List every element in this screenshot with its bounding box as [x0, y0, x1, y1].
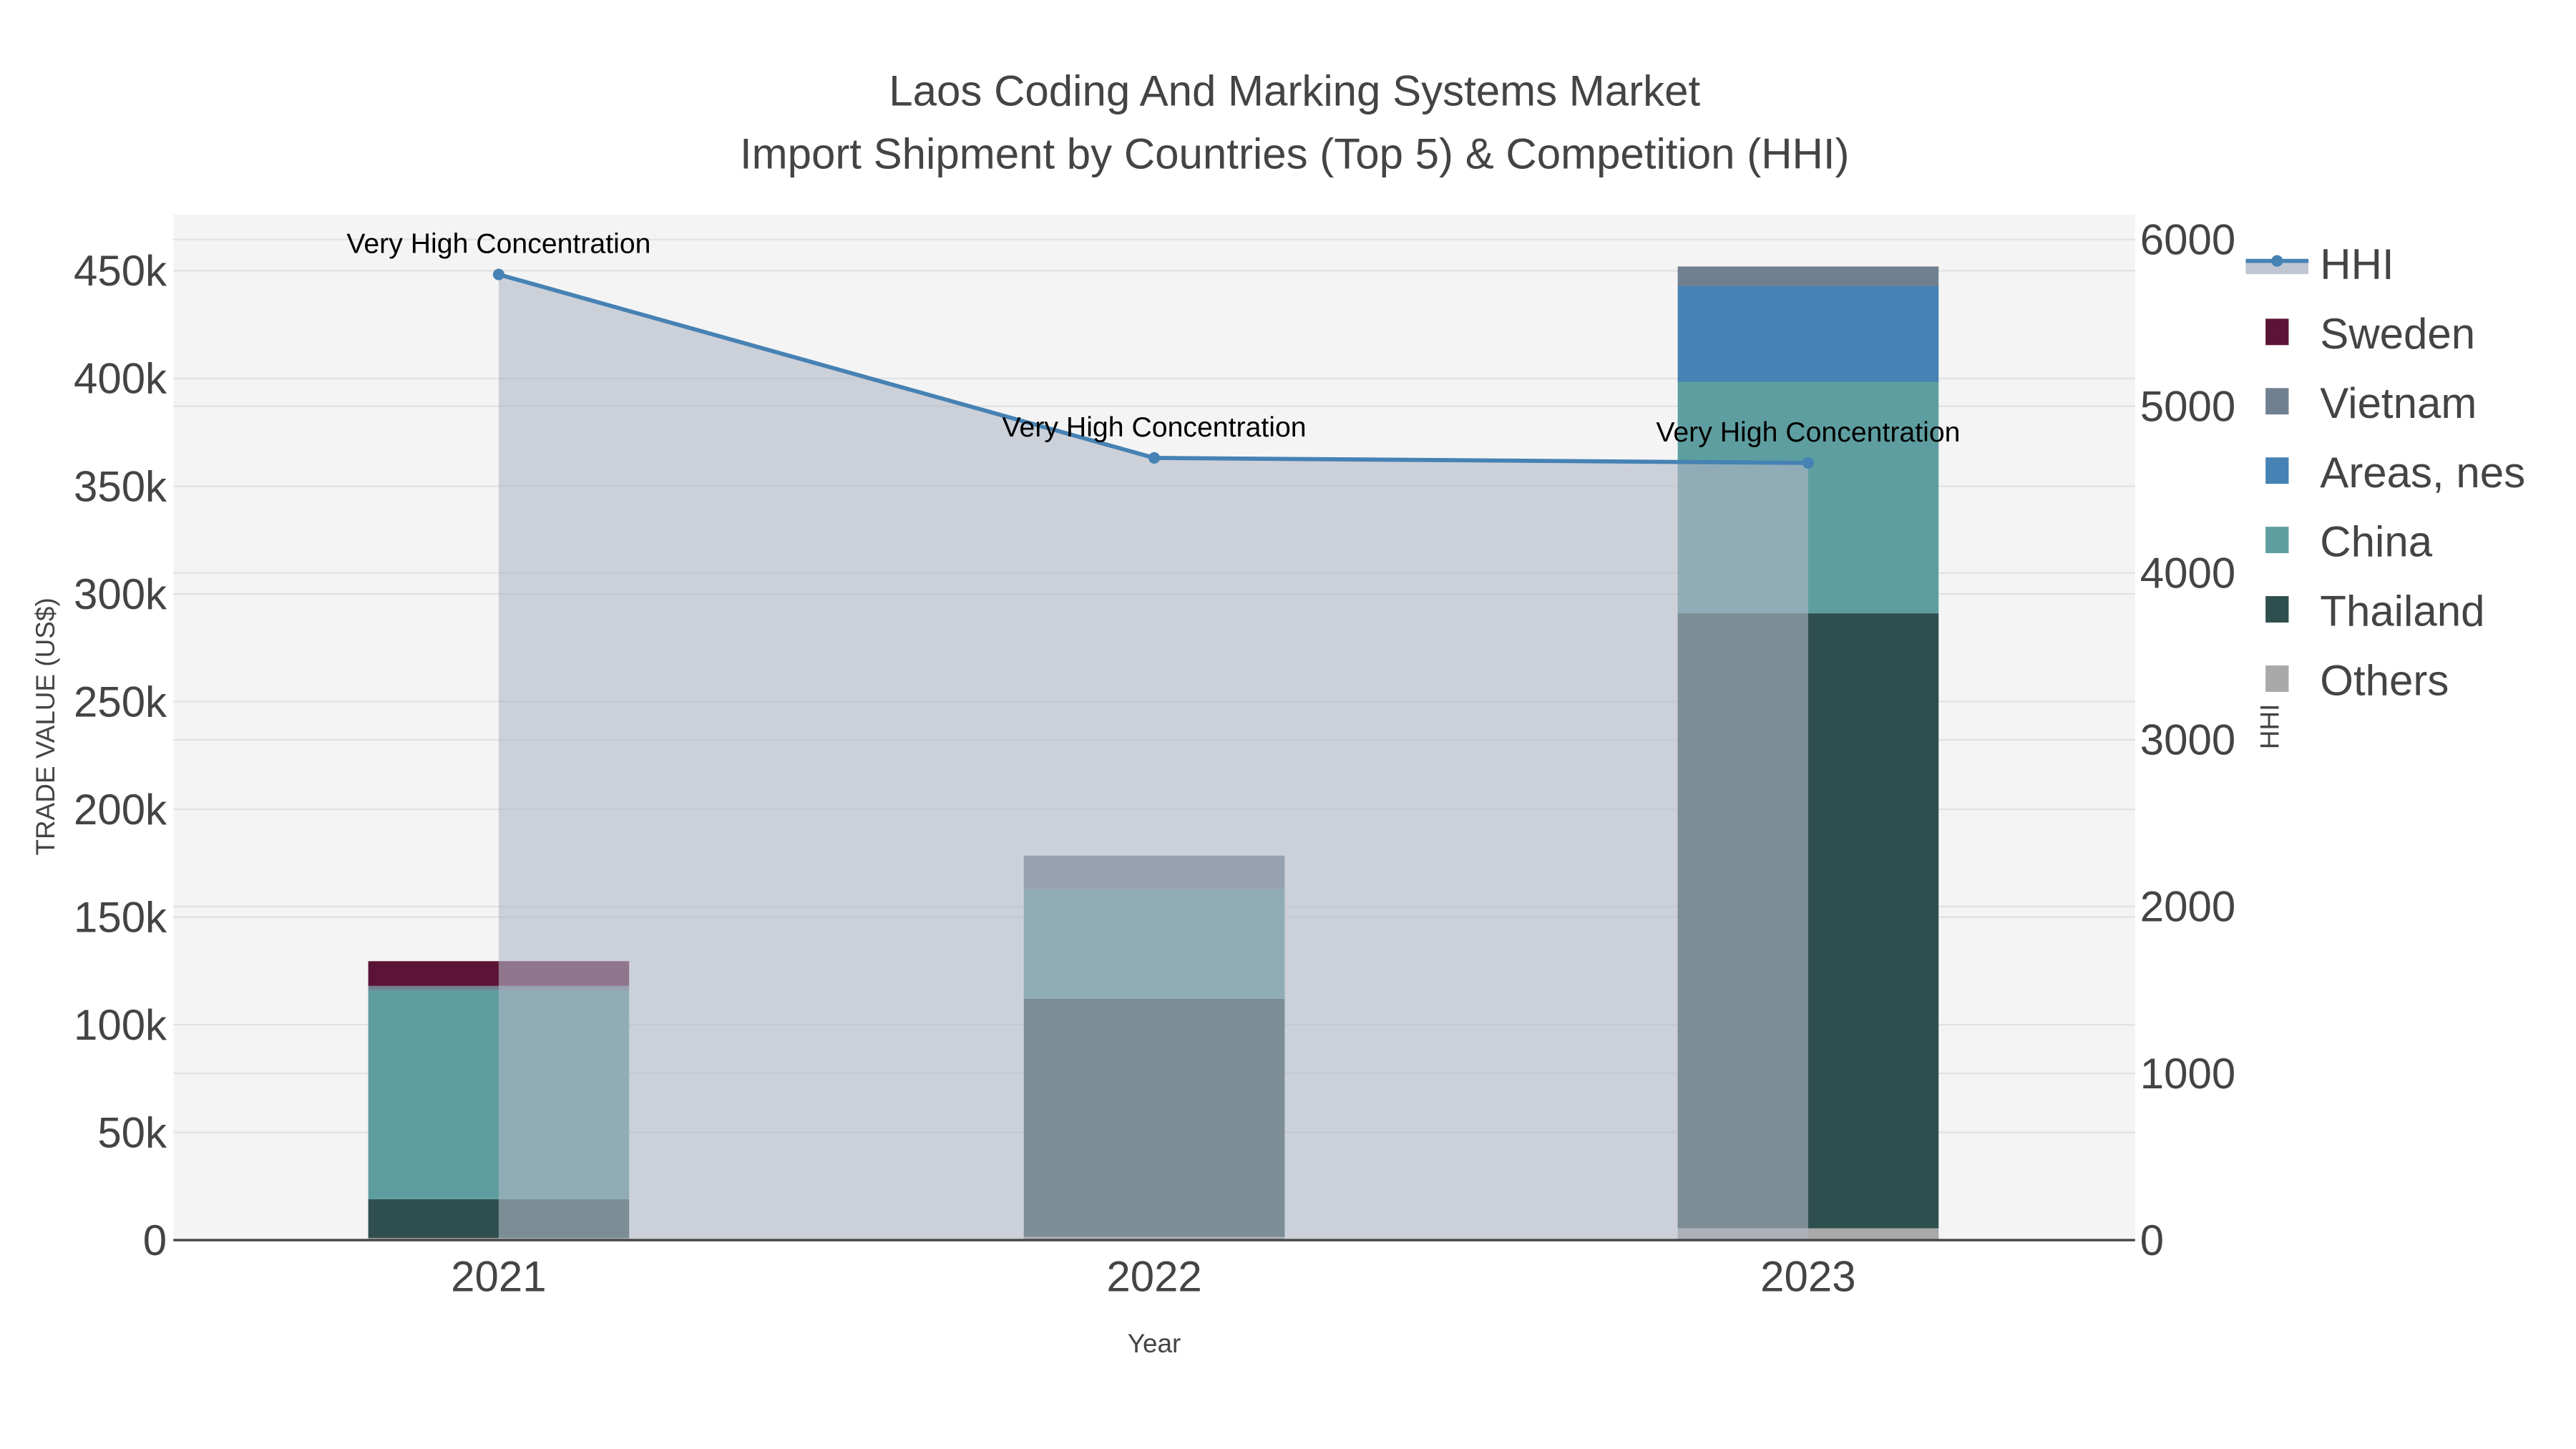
y2-tick-label: 1000: [2140, 1050, 2235, 1098]
bar-areas-nes-2023: [1677, 286, 1939, 382]
chart-subtitle: Import Shipment by Countries (Top 5) & C…: [740, 130, 1850, 177]
y-tick-label: 150k: [74, 893, 167, 941]
y-tick-label: 350k: [74, 462, 167, 510]
hhi-annotation: Very High Concentration: [346, 228, 650, 260]
legend-swatch-china: [2265, 527, 2289, 554]
hhi-annotation: Very High Concentration: [1656, 416, 1960, 448]
y-tick-label: 50k: [97, 1108, 167, 1156]
legend-label: Vietnam: [2320, 379, 2477, 427]
y2-tick-label: 2000: [2140, 883, 2235, 931]
legend-label: HHI: [2320, 240, 2394, 288]
legend-label: Thailand: [2320, 587, 2484, 635]
y-tick-label: 200k: [74, 786, 167, 834]
y2-tick-label: 6000: [2140, 215, 2235, 263]
legend-label: Others: [2320, 657, 2449, 705]
legend-swatch-thailand: [2265, 596, 2289, 623]
x-tick-label: 2023: [1760, 1253, 1855, 1301]
y-tick-label: 400k: [74, 355, 167, 403]
hhi-point: [492, 268, 504, 280]
y2-axis-title: HHI: [2255, 704, 2285, 750]
chart: Laos Coding And Marking Systems Market I…: [31, 67, 2525, 1358]
legend-label: Areas, nes: [2320, 449, 2525, 497]
x-tick-label: 2021: [451, 1253, 546, 1301]
chart-title: Laos Coding And Marking Systems Market: [889, 67, 1700, 115]
x-tick-label: 2022: [1106, 1253, 1201, 1301]
y2-tick-label: 4000: [2140, 550, 2235, 597]
legend-swatch-sweden: [2265, 318, 2289, 346]
x-axis-title: Year: [1128, 1329, 1181, 1358]
y-tick-label: 0: [143, 1216, 167, 1264]
legend-swatch-others: [2265, 665, 2289, 692]
y-tick-label: 300k: [74, 570, 167, 618]
legend-swatch-vietnam: [2265, 388, 2289, 415]
y-tick-label: 250k: [74, 678, 167, 726]
hhi-annotation: Very High Concentration: [1002, 411, 1307, 443]
legend-swatch-areas-nes: [2265, 457, 2289, 484]
hhi-point: [1802, 457, 1814, 469]
y-tick-label: 450k: [74, 247, 167, 295]
legend-label: Sweden: [2320, 310, 2475, 358]
bar-vietnam-2023: [1677, 266, 1939, 286]
y-tick-label: 100k: [74, 1001, 167, 1049]
y2-tick-label: 3000: [2140, 716, 2235, 764]
y2-tick-label: 5000: [2140, 382, 2235, 430]
y-axis-title: TRADE VALUE (US$): [31, 597, 60, 855]
legend-label: China: [2320, 518, 2432, 566]
legend-hhi-marker: [2271, 255, 2283, 267]
y2-tick-label: 0: [2140, 1216, 2164, 1264]
hhi-point: [1148, 452, 1161, 464]
